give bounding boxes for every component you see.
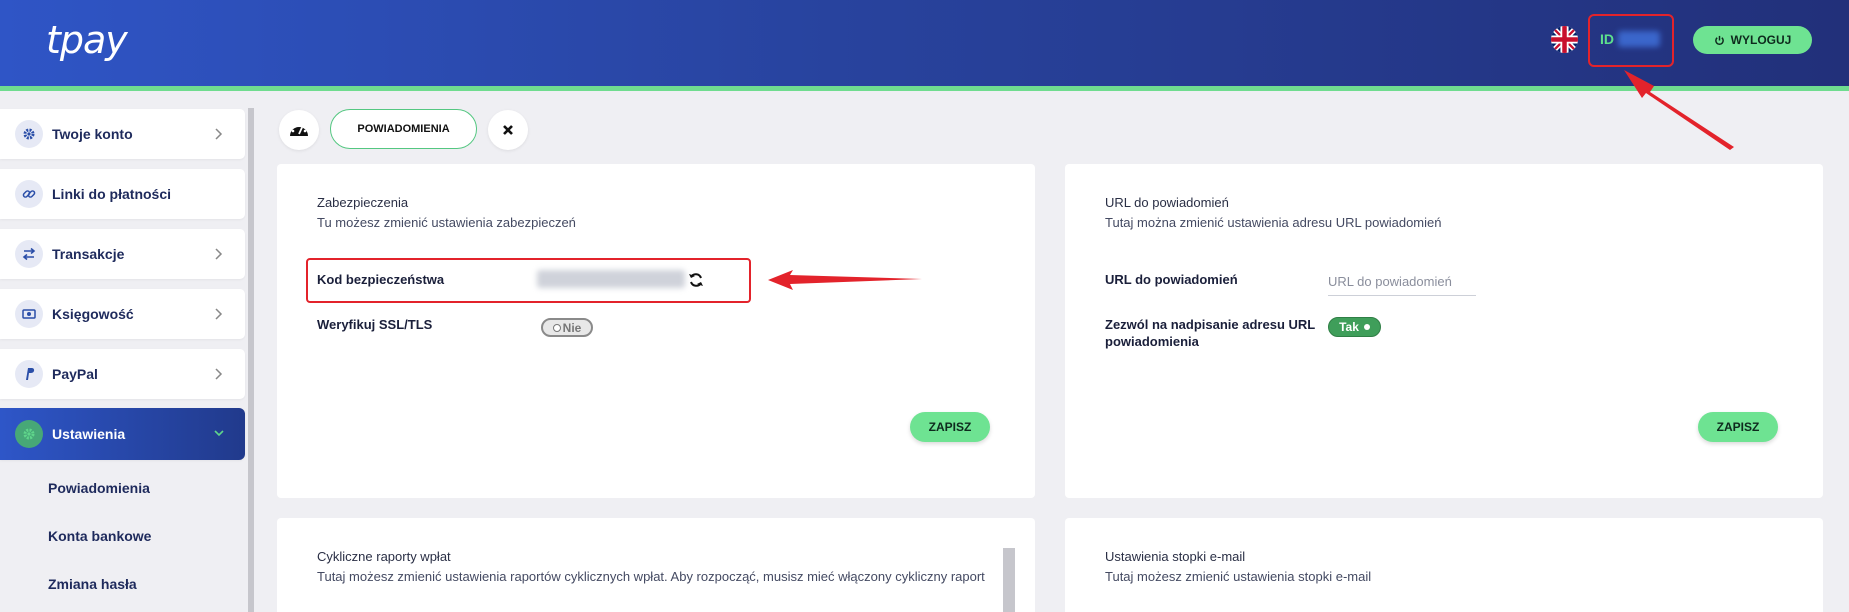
ssl-verify-label: Weryfikuj SSL/TLS xyxy=(317,317,433,332)
top-header: tpay ID WYLOGUJ xyxy=(0,0,1849,86)
notification-url-input[interactable] xyxy=(1328,268,1476,296)
security-card-subtitle: Tu możesz zmienić ustawienia zabezpiecze… xyxy=(317,215,576,230)
sidebar-subitem-konta-bankowe[interactable]: Konta bankowe xyxy=(48,528,151,544)
chevron-down-icon xyxy=(214,430,224,437)
toggle-knob xyxy=(1363,324,1370,330)
gear-icon xyxy=(15,120,43,148)
money-icon xyxy=(15,300,43,328)
chevron-right-icon xyxy=(215,308,223,320)
ssl-toggle-value: Nie xyxy=(562,320,582,335)
uk-flag-icon[interactable] xyxy=(1551,26,1578,53)
override-url-label: Zezwól na nadpisanie adresu URL powiadom… xyxy=(1105,317,1315,349)
security-code-value-blurred xyxy=(537,270,685,288)
settings-icon xyxy=(15,420,43,448)
recurring-reports-title: Cykliczne raporty wpłat xyxy=(317,549,451,564)
dashboard-gauge-icon xyxy=(290,123,308,136)
sidebar-item-label: Ustawienia xyxy=(52,426,126,442)
notification-url-save-button[interactable]: ZAPISZ xyxy=(1698,412,1778,442)
merchant-id-value-blurred xyxy=(1618,31,1660,47)
dashboard-button[interactable] xyxy=(279,110,319,150)
arrows-icon xyxy=(15,240,43,268)
recurring-reports-subtitle: Tutaj możesz zmienić ustawienia raportów… xyxy=(317,569,985,584)
override-url-toggle[interactable]: Tak xyxy=(1328,317,1381,337)
sidebar-item-label: Transakcje xyxy=(52,246,125,262)
email-footer-card xyxy=(1065,518,1823,612)
security-card-title: Zabezpieczenia xyxy=(317,195,409,210)
security-code-label: Kod bezpieczeństwa xyxy=(317,272,445,287)
recurring-reports-card xyxy=(277,518,1035,612)
notification-url-label: URL do powiadomień xyxy=(1105,272,1238,287)
sidebar-item-label: Księgowość xyxy=(52,306,134,322)
tpay-logo[interactable]: tpay xyxy=(46,18,128,62)
tab-powiadomienia[interactable]: POWIADOMIENIA xyxy=(330,109,477,149)
sidebar-scrollbar[interactable] xyxy=(248,108,254,612)
chevron-right-icon xyxy=(215,368,223,380)
security-save-button[interactable]: ZAPISZ xyxy=(910,412,990,442)
sidebar-item-ustawienia[interactable]: Ustawienia xyxy=(0,408,245,460)
sidebar-item-ksiegowosc[interactable]: Księgowość xyxy=(0,289,245,339)
notification-url-card-title: URL do powiadomień xyxy=(1105,195,1229,210)
reports-card-scrollbar[interactable] xyxy=(1003,548,1015,612)
merchant-id-label: ID xyxy=(1600,31,1614,47)
sidebar-item-linki[interactable]: Linki do płatności xyxy=(0,169,245,219)
close-icon xyxy=(503,125,513,135)
email-footer-title: Ustawienia stopki e-mail xyxy=(1105,549,1246,564)
chevron-right-icon xyxy=(215,248,223,260)
sidebar-subitem-zmiana-hasla[interactable]: Zmiana hasła xyxy=(48,576,137,592)
power-icon xyxy=(1714,35,1724,45)
sidebar-subitem-powiadomienia[interactable]: Powiadomienia xyxy=(48,480,150,496)
link-icon xyxy=(15,180,43,208)
close-tab-button[interactable] xyxy=(488,110,528,150)
header-accent-stripe xyxy=(0,86,1849,91)
paypal-icon xyxy=(15,360,43,388)
chevron-right-icon xyxy=(215,128,223,140)
sidebar-item-label: Linki do płatności xyxy=(52,186,172,202)
logout-button[interactable]: WYLOGUJ xyxy=(1693,26,1812,54)
email-footer-subtitle: Tutaj możesz zmienić ustawienia stopki e… xyxy=(1105,569,1372,584)
notification-url-card-subtitle: Tutaj można zmienić ustawienia adresu UR… xyxy=(1105,215,1442,230)
sidebar-item-twoje-konto[interactable]: Twoje konto xyxy=(0,109,245,159)
sidebar-item-transakcje[interactable]: Transakcje xyxy=(0,229,245,279)
ssl-verify-toggle[interactable]: Nie xyxy=(541,318,593,337)
logout-label: WYLOGUJ xyxy=(1730,33,1792,47)
sidebar-item-label: Twoje konto xyxy=(52,126,133,142)
override-toggle-value: Tak xyxy=(1339,320,1359,334)
refresh-icon[interactable] xyxy=(688,272,704,288)
toggle-knob xyxy=(552,323,561,332)
sidebar-item-paypal[interactable]: PayPal xyxy=(0,349,245,399)
sidebar-item-label: PayPal xyxy=(52,366,98,382)
